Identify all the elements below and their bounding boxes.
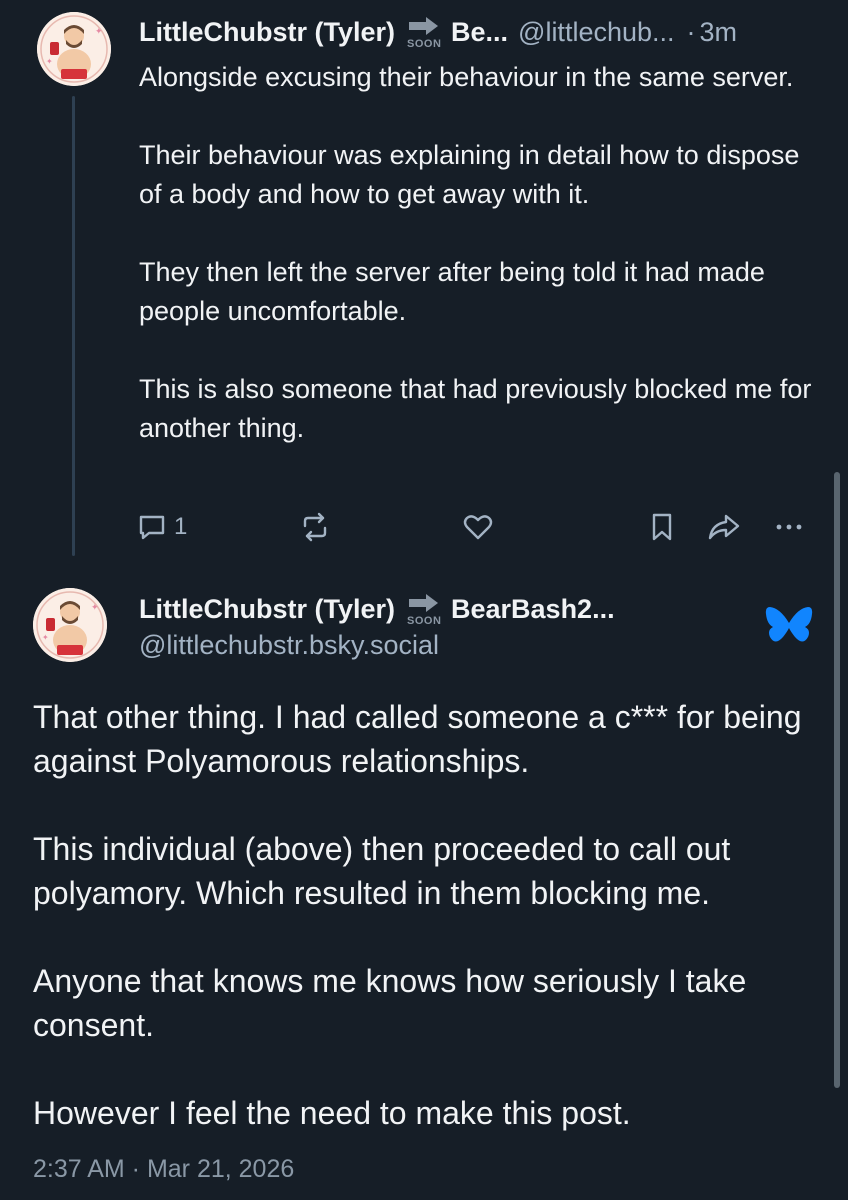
post-paragraph: They then left the server after being to… [139,257,765,326]
post1-text: Alongside excusing their behaviour in th… [139,58,819,448]
post-paragraph: Alongside excusing their behaviour in th… [139,62,794,92]
share-icon [708,514,740,540]
author-handle[interactable]: @littlechubstr.bsky.social [139,630,759,661]
separator-dot: · [686,16,696,47]
author-name[interactable]: LittleChubstr (Tyler) [139,17,395,48]
post1-action-bar: 1 [130,505,820,549]
post-paragraph: This individual (above) then proceeded t… [33,831,731,911]
svg-text:✦: ✦ [95,27,103,37]
arrow-right-icon [409,594,438,612]
bookmark-icon [652,513,672,541]
avatar-illustration-icon: ✦ ✦ [37,12,111,86]
name-suffix[interactable]: BearBash2... [451,594,615,625]
post1-header: LittleChubstr (Tyler) SOON Be... @little… [139,12,829,52]
author-name[interactable]: LittleChubstr (Tyler) [139,594,395,625]
bookmark-button[interactable] [647,505,677,549]
repost-button[interactable] [298,505,332,549]
svg-text:✦: ✦ [91,603,99,613]
like-icon [463,515,493,540]
svg-text:✦: ✦ [42,633,49,642]
soon-label: SOON [407,38,442,50]
post2-text: That other thing. I had called someone a… [33,695,823,1135]
repost-icon [303,512,327,542]
soon-label: SOON [407,615,442,627]
avatar-illustration-icon: ✦ ✦ [33,588,107,662]
post-paragraph: That other thing. I had called someone a… [33,699,802,779]
post-paragraph: Their behaviour was explaining in detail… [139,140,800,209]
post-paragraph: Anyone that knows me knows how seriously… [33,963,747,1043]
reply-icon [139,515,165,540]
post-time[interactable]: 3m [700,17,738,48]
share-button[interactable] [706,505,742,549]
author-name-row: LittleChubstr (Tyler) SOON BearBash2... [139,588,759,630]
thread-connector-line [72,96,75,556]
more-options-button[interactable] [772,505,806,549]
bluesky-butterfly-icon [764,604,814,655]
svg-text:✦: ✦ [46,57,53,66]
soon-arrow-badge: SOON [407,15,443,50]
post-paragraph: However I feel the need to make this pos… [33,1095,631,1131]
name-suffix[interactable]: Be... [451,17,508,48]
post-timestamp[interactable]: 2:37 AM · Mar 21, 2026 [33,1155,294,1184]
more-icon [776,524,802,530]
avatar[interactable]: ✦ ✦ [33,588,107,662]
reply-button[interactable]: 1 [136,505,187,549]
like-button[interactable] [461,505,495,549]
post-paragraph: This is also someone that had previously… [139,374,812,443]
scrollbar[interactable] [834,472,840,1088]
reply-count: 1 [174,513,188,540]
avatar[interactable]: ✦ ✦ [37,12,111,86]
arrow-right-icon [409,17,438,35]
soon-arrow-badge: SOON [407,592,443,627]
author-handle[interactable]: @littlechub... [518,17,674,48]
post2-header: LittleChubstr (Tyler) SOON BearBash2... … [139,588,759,661]
